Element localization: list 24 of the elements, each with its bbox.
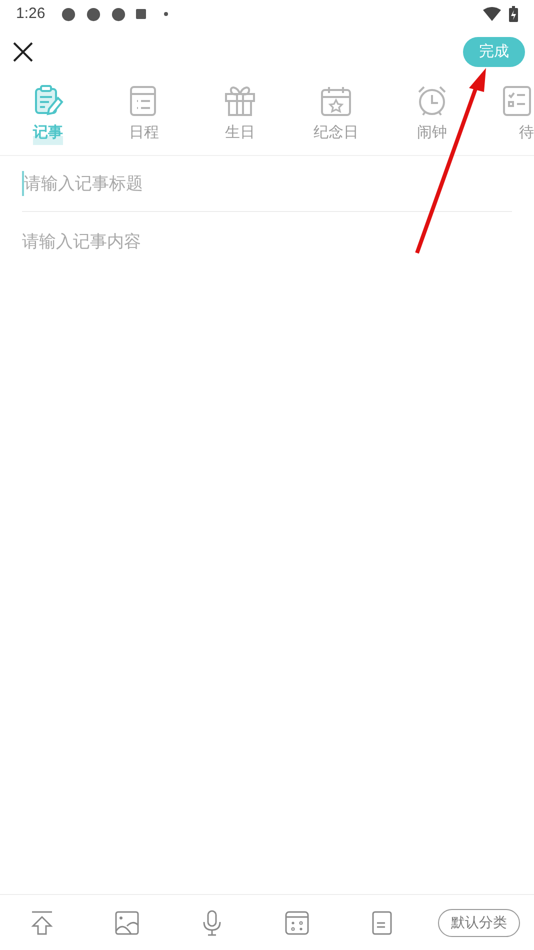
- wifi-icon: [483, 7, 501, 21]
- tab[interactable]: 记事: [0, 84, 96, 155]
- square-icon: [136, 9, 146, 19]
- upload-icon[interactable]: [30, 910, 54, 936]
- tab[interactable]: 日程: [96, 84, 192, 155]
- tab[interactable]: 待: [480, 84, 534, 155]
- battery-icon: [509, 6, 518, 22]
- gift-icon: [223, 84, 257, 118]
- calendar-icon[interactable]: [284, 910, 309, 934]
- done-button[interactable]: 完成: [463, 37, 525, 67]
- anniversary-icon: [319, 84, 353, 118]
- title-field[interactable]: 请输入记事标题: [22, 170, 512, 196]
- tab[interactable]: 闹钟: [384, 84, 480, 155]
- todo-icon: [500, 84, 534, 118]
- tab[interactable]: 纪念日: [288, 84, 384, 155]
- document-icon[interactable]: [372, 910, 392, 934]
- dot-icon: [164, 12, 168, 16]
- image-icon[interactable]: [115, 910, 140, 934]
- close-icon[interactable]: [12, 41, 34, 63]
- microphone-icon[interactable]: [202, 910, 222, 936]
- content-field[interactable]: 请输入记事内容: [22, 229, 512, 255]
- status-time: 1:26: [16, 4, 46, 24]
- category-button[interactable]: 默认分类: [438, 908, 520, 936]
- tab[interactable]: 生日: [192, 84, 288, 155]
